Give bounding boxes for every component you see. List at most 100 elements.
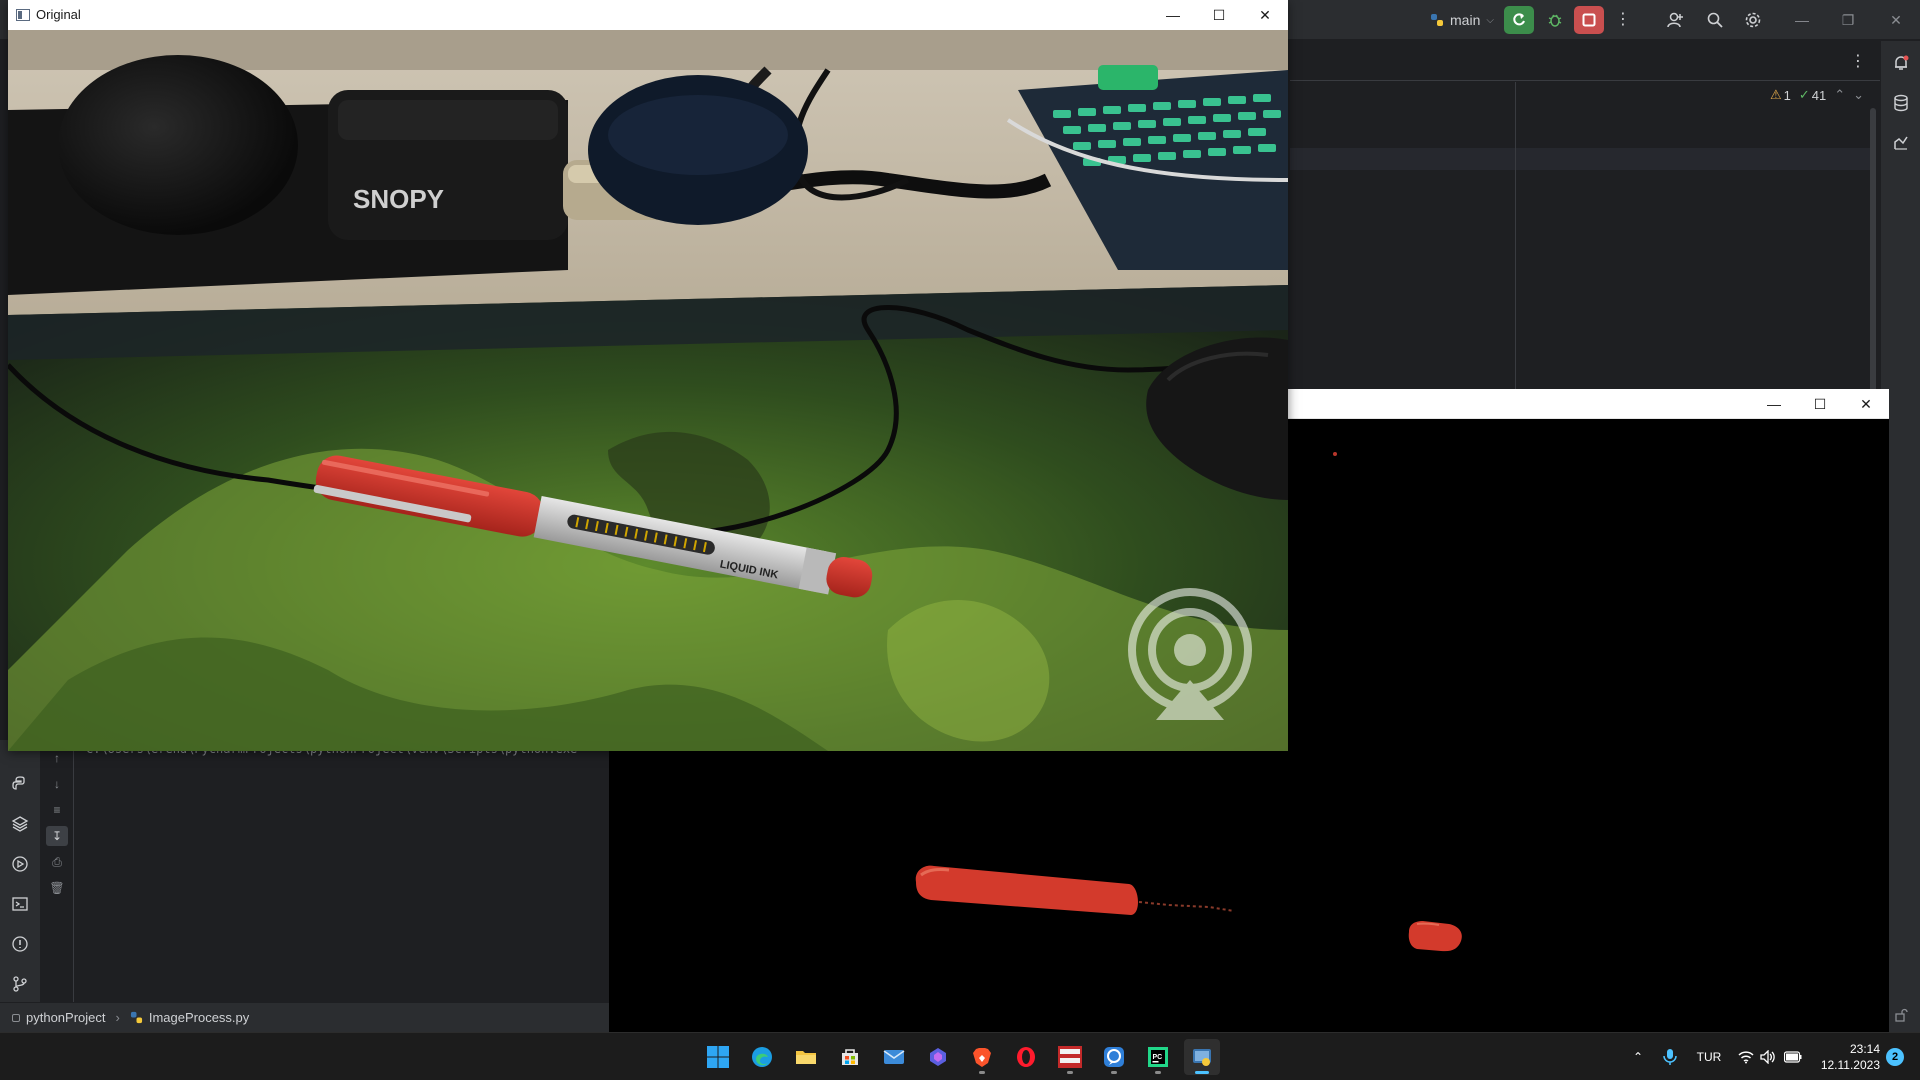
original-minimize-button[interactable]: —: [1150, 0, 1196, 30]
chevron-up-icon[interactable]: ⌃: [1834, 87, 1845, 103]
run-config-selector[interactable]: main ⌵: [1424, 8, 1500, 32]
status-bar-breadcrumb: pythonProject › ImageProcess.py: [0, 1002, 609, 1032]
wifi-icon: [1738, 1051, 1754, 1064]
battery-tray[interactable]: [1782, 1045, 1804, 1069]
search-everywhere-button[interactable]: [1700, 6, 1730, 34]
taskbar-opera[interactable]: [1008, 1039, 1044, 1075]
taskbar-pycharm[interactable]: PC: [1140, 1039, 1176, 1075]
notification-count-badge[interactable]: 2: [1886, 1048, 1904, 1066]
windows-taskbar: PC ⌃ TUR 23:14 12.11.2023 2: [0, 1032, 1920, 1080]
ide-minimize-button[interactable]: —: [1790, 10, 1814, 30]
editor-scrollbar[interactable]: [1870, 108, 1876, 394]
run-panel-toolbar: ↑ ↓ ≡ ↧ ⎙ 🗑: [40, 740, 74, 1002]
settings-button[interactable]: [1738, 6, 1768, 34]
warning-icon: ⚠: [1770, 87, 1782, 102]
print-icon[interactable]: ⎙: [46, 852, 68, 872]
play-circle-icon: [12, 856, 28, 872]
windows-logo-icon: [707, 1046, 729, 1068]
svg-text:PC: PC: [1153, 1054, 1163, 1061]
running-indicator: [1155, 1071, 1161, 1074]
code-editor[interactable]: [1290, 82, 1880, 394]
taskbar-copilot[interactable]: [920, 1039, 956, 1075]
terminal-button[interactable]: [8, 892, 32, 916]
current-line-highlight: [1290, 148, 1872, 170]
breadcrumb-project[interactable]: pythonProject: [26, 1010, 106, 1025]
pycharm-icon: PC: [1148, 1047, 1168, 1067]
microphone-tray[interactable]: [1660, 1045, 1680, 1069]
taskbar-mail[interactable]: [876, 1039, 912, 1075]
taskbar-python[interactable]: [1184, 1039, 1220, 1075]
original-maximize-button[interactable]: ☐: [1196, 0, 1242, 30]
breadcrumb-file[interactable]: ImageProcess.py: [149, 1010, 249, 1025]
python-console-button[interactable]: [8, 772, 32, 796]
git-branch-icon: [13, 976, 27, 992]
arrow-down-icon[interactable]: ↓: [46, 774, 68, 794]
lock-panel-button[interactable]: [1889, 1003, 1913, 1027]
scroll-to-end-icon[interactable]: ↧: [46, 826, 68, 846]
original-window-title: Original: [36, 7, 81, 22]
python-icon: [1431, 14, 1444, 26]
chevron-up-icon: ⌃: [1632, 1050, 1644, 1064]
trash-icon[interactable]: 🗑: [46, 878, 68, 898]
python-console-icon: [12, 776, 25, 790]
taskbar-voicemeeter[interactable]: [1052, 1039, 1088, 1075]
copilot-icon: [930, 1048, 946, 1066]
original-close-button[interactable]: ✕: [1242, 0, 1288, 30]
taskbar-brave[interactable]: [964, 1039, 1000, 1075]
gear-icon: [1745, 12, 1761, 28]
soft-wrap-icon[interactable]: ≡: [46, 800, 68, 820]
taskbar-messenger[interactable]: [1096, 1039, 1132, 1075]
mail-icon: [883, 1050, 905, 1064]
clock-date: 12.11.2023: [1820, 1058, 1880, 1072]
wifi-tray[interactable]: [1736, 1045, 1756, 1069]
language-indicator[interactable]: TUR: [1692, 1045, 1726, 1069]
project-icon: [12, 1013, 20, 1022]
problems-button[interactable]: [8, 932, 32, 956]
edge-icon: [752, 1047, 772, 1067]
mask-maximize-button[interactable]: ☐: [1797, 389, 1843, 419]
start-button[interactable]: [700, 1039, 736, 1075]
tab-options-button[interactable]: ⋮: [1850, 51, 1866, 71]
taskbar-store[interactable]: [832, 1039, 868, 1075]
running-indicator: [1067, 1071, 1073, 1074]
database-button[interactable]: [1889, 91, 1913, 115]
editor-tab-bar: ⋮: [1290, 41, 1880, 81]
chevron-down-icon[interactable]: ⌄: [1853, 87, 1864, 103]
original-window-titlebar[interactable]: Original — ☐ ✕: [8, 0, 1288, 30]
store-icon: [842, 1049, 858, 1065]
chart-icon: [1894, 136, 1908, 150]
more-actions-button[interactable]: ⋮: [1608, 6, 1638, 34]
inspection-widget[interactable]: ⚠ 1 ✓ 41 ⌃ ⌄: [1770, 86, 1864, 104]
python-packages-button[interactable]: [8, 812, 32, 836]
original-window[interactable]: Original — ☐ ✕ SNOPY LIQUID INK: [8, 0, 1288, 751]
add-user-icon: [1667, 12, 1683, 28]
debug-button[interactable]: [1540, 6, 1570, 34]
arrow-up-icon[interactable]: ↑: [46, 748, 68, 768]
taskbar-file-explorer[interactable]: [788, 1039, 824, 1075]
scientific-mode-button[interactable]: [1889, 131, 1913, 155]
ide-restore-button[interactable]: ❐: [1836, 10, 1860, 30]
voicemeeter-icon: [1058, 1046, 1082, 1068]
mask-minimize-button[interactable]: —: [1751, 389, 1797, 419]
taskbar-edge[interactable]: [744, 1039, 780, 1075]
run-console[interactable]: C:\Users\erend\PycharmProjects\pythonPro…: [74, 740, 609, 1002]
volume-tray[interactable]: [1758, 1045, 1778, 1069]
running-indicator: [979, 1071, 985, 1074]
unlock-icon: [1895, 1008, 1908, 1022]
ide-close-button[interactable]: ✕: [1884, 10, 1908, 30]
rerun-button[interactable]: [1504, 6, 1534, 34]
battery-icon: [1784, 1051, 1802, 1063]
show-hidden-icons-button[interactable]: ⌃: [1628, 1045, 1648, 1069]
mask-close-button[interactable]: ✕: [1843, 389, 1889, 419]
speaker-icon: [1760, 1050, 1775, 1064]
brave-icon: [973, 1048, 991, 1067]
taskbar-clock[interactable]: 23:14 12.11.2023: [1814, 1041, 1880, 1073]
code-with-me-button[interactable]: [1660, 6, 1690, 34]
stop-button[interactable]: [1574, 6, 1604, 34]
check-icon: ✓: [1798, 87, 1810, 102]
git-button[interactable]: [8, 972, 32, 996]
notifications-button[interactable]: [1889, 51, 1913, 75]
services-button[interactable]: [8, 852, 32, 876]
database-icon: [1894, 94, 1908, 112]
python-file-icon: [130, 1011, 142, 1024]
